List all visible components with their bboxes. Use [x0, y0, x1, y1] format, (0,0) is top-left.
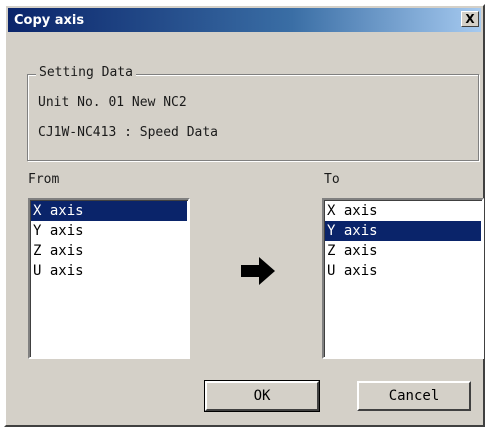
window-title: Copy axis [14, 12, 85, 28]
from-axis-list[interactable]: X axis Y axis Z axis U axis [28, 198, 190, 359]
unit-model-text: CJ1W-NC413 : Speed Data [38, 125, 219, 140]
from-list-item-x[interactable]: X axis [31, 201, 187, 221]
to-list-item-u[interactable]: U axis [325, 261, 481, 281]
unit-number-text: Unit No. 01 New NC2 [38, 95, 187, 110]
setting-data-legend: Setting Data [36, 65, 136, 80]
ok-button[interactable]: OK [204, 380, 320, 412]
from-label: From [28, 172, 60, 187]
to-label: To [324, 172, 340, 187]
copy-axis-dialog: Copy axis X Setting Data Unit No. 01 New… [4, 4, 485, 427]
to-list-item-y[interactable]: Y axis [325, 221, 481, 241]
from-list-item-y[interactable]: Y axis [31, 221, 187, 241]
to-list-item-x[interactable]: X axis [325, 201, 481, 221]
title-bar[interactable]: Copy axis X [8, 8, 481, 32]
from-list-item-z[interactable]: Z axis [31, 241, 187, 261]
from-list-item-u[interactable]: U axis [31, 261, 187, 281]
cancel-button[interactable]: Cancel [357, 381, 471, 411]
right-arrow-icon [241, 257, 275, 285]
to-axis-list[interactable]: X axis Y axis Z axis U axis [322, 198, 484, 359]
close-button[interactable]: X [461, 11, 479, 27]
setting-data-group: Setting Data Unit No. 01 New NC2 CJ1W-NC… [27, 65, 479, 161]
to-list-item-z[interactable]: Z axis [325, 241, 481, 261]
